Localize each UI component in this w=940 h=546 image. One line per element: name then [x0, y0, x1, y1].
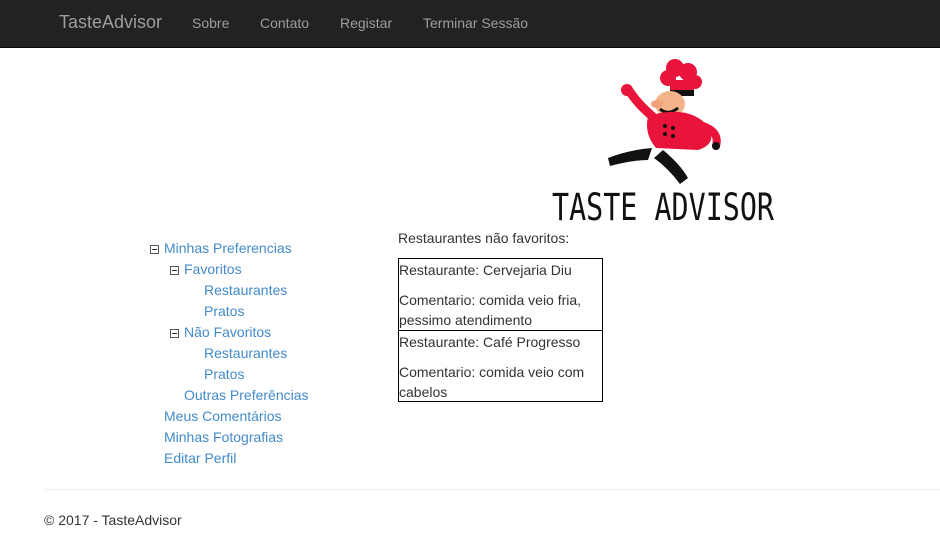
nav-link-sobre[interactable]: Sobre	[192, 14, 229, 32]
link-minhas-fotografias[interactable]: Minhas Fotografias	[164, 429, 283, 445]
tree-node-minhas-fotografias: Minhas Fotografias	[164, 427, 283, 447]
link-nao-favoritos-pratos[interactable]: Pratos	[204, 366, 244, 382]
link-meus-comentarios[interactable]: Meus Comentários	[164, 408, 282, 424]
restaurant-card: Restaurante: Café Progresso Comentario: …	[398, 330, 603, 402]
link-favoritos[interactable]: Favoritos	[184, 261, 242, 277]
restaurant-name: Restaurante: Cervejaria Diu	[399, 262, 572, 278]
tree-node-editar-perfil: Editar Perfil	[164, 448, 236, 468]
link-editar-perfil[interactable]: Editar Perfil	[164, 450, 236, 466]
tree-node-favoritos-pratos: Pratos	[204, 301, 244, 321]
link-minhas-preferencias[interactable]: Minhas Preferencias	[164, 240, 292, 256]
link-favoritos-restaurantes[interactable]: Restaurantes	[204, 282, 287, 298]
restaurant-comment: Comentario: comida veio com cabelos	[399, 364, 585, 400]
tree-node-meus-comentarios: Meus Comentários	[164, 406, 282, 426]
tree-node-favoritos: Favoritos	[170, 259, 242, 279]
tree-node-outras-preferencias: Outras Preferências	[184, 385, 309, 405]
tree-node-nao-favoritos-pratos: Pratos	[204, 364, 244, 384]
nav-link-terminar-sessao[interactable]: Terminar Sessão	[423, 14, 528, 32]
taste-advisor-logo: TASTE ADVISOR	[548, 54, 778, 229]
footer-copyright: © 2017 - TasteAdvisor	[44, 512, 182, 528]
collapse-icon[interactable]	[170, 266, 179, 275]
collapse-icon[interactable]	[150, 245, 159, 254]
nav-link-contato[interactable]: Contato	[260, 14, 309, 32]
collapse-icon[interactable]	[170, 329, 179, 338]
footer-divider	[44, 489, 940, 490]
tree-node-favoritos-restaurantes: Restaurantes	[204, 280, 287, 300]
link-favoritos-pratos[interactable]: Pratos	[204, 303, 244, 319]
brand-link[interactable]: TasteAdvisor	[59, 12, 162, 32]
link-nao-favoritos-restaurantes[interactable]: Restaurantes	[204, 345, 287, 361]
top-navbar: TasteAdvisor Sobre Contato Registar Term…	[0, 0, 940, 48]
restaurant-name: Restaurante: Café Progresso	[399, 334, 581, 350]
tree-node-minhas-preferencias: Minhas Preferencias	[150, 238, 292, 258]
section-title: Restaurantes não favoritos:	[398, 230, 570, 246]
nav-link-registar[interactable]: Registar	[340, 14, 392, 32]
link-nao-favoritos[interactable]: Não Favoritos	[184, 324, 271, 340]
logo-text: TASTE ADVISOR	[552, 186, 775, 224]
tree-node-nao-favoritos-restaurantes: Restaurantes	[204, 343, 287, 363]
restaurant-comment: Comentario: comida veio fria, pessimo at…	[399, 292, 582, 328]
tree-node-nao-favoritos: Não Favoritos	[170, 322, 271, 342]
chef-mascot-icon: TASTE ADVISOR	[552, 59, 775, 229]
link-outras-preferencias[interactable]: Outras Preferências	[184, 387, 309, 403]
restaurant-card: Restaurante: Cervejaria Diu Comentario: …	[398, 258, 603, 331]
